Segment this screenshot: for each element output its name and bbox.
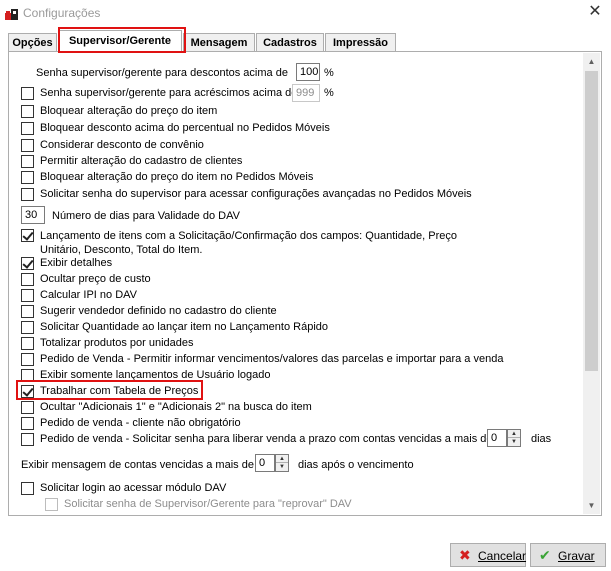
checkbox[interactable] <box>21 417 34 430</box>
tab-opcoes[interactable]: Opções <box>8 33 57 52</box>
option-exibir-detalhes[interactable]: Exibir detalhes <box>21 255 481 271</box>
acrescimo-unit: % <box>324 87 334 99</box>
option-considerar-convenio[interactable]: Considerar desconto de convênio <box>21 137 481 153</box>
tab-supervisor-gerente[interactable]: Supervisor/Gerente <box>58 30 182 52</box>
option-login-modulo[interactable]: Solicitar login ao acessar módulo DAV <box>21 480 481 496</box>
acrescimo-input[interactable]: 999 <box>292 84 320 102</box>
checkbox[interactable] <box>21 433 34 446</box>
checkbox[interactable] <box>45 498 58 511</box>
option-bloquear-preco-moveis[interactable]: Bloquear alteração do preço do item no P… <box>21 169 481 185</box>
scroll-thumb[interactable] <box>585 71 598 371</box>
acrescimo-checkbox[interactable] <box>21 87 34 100</box>
acrescimo-label: Senha supervisor/gerente para acréscimos… <box>40 87 298 99</box>
option-sugerir-vendedor[interactable]: Sugerir vendedor definido no cadastro do… <box>21 303 481 319</box>
option-bloquear-desconto[interactable]: Bloquear desconto acima do percentual no… <box>21 120 481 136</box>
settings-panel: Senha supervisor/gerente para descontos … <box>8 51 602 516</box>
mensagem-vencidas-label: Exibir mensagem de contas vencidas a mai… <box>21 459 254 471</box>
option-totalizar-unidades[interactable]: Totalizar produtos por unidades <box>21 335 481 351</box>
dias-validade-input[interactable]: 30 <box>21 206 45 224</box>
save-button[interactable]: ✔ Gravar <box>530 543 606 567</box>
tab-mensagem[interactable]: Mensagem <box>183 33 255 52</box>
checkbox[interactable] <box>21 482 34 495</box>
option-reprovar-dav[interactable]: Solicitar senha de Supervisor/Gerente pa… <box>45 496 465 512</box>
mensagem-vencidas-input[interactable]: 0 <box>255 454 275 472</box>
spin-up-icon[interactable]: ▲ <box>276 455 288 463</box>
vertical-scrollbar[interactable]: ▲ ▼ <box>583 53 600 514</box>
scroll-up-icon[interactable]: ▲ <box>583 53 600 70</box>
close-icon[interactable]: ✕ <box>581 2 609 24</box>
desconto-input[interactable]: 100 <box>296 63 320 81</box>
option-pedido-parcelas[interactable]: Pedido de Venda - Permitir informar venc… <box>21 351 503 367</box>
option-senha-venda-prazo[interactable]: Pedido de venda - Solicitar senha para l… <box>21 431 492 447</box>
option-ocultar-adicionais[interactable]: Ocultar "Adicionais 1" e "Adicionais 2" … <box>21 399 481 415</box>
window-title: Configurações <box>23 6 101 20</box>
checkbox[interactable] <box>21 122 34 135</box>
checkbox[interactable] <box>21 289 34 302</box>
option-solicitar-senha-config[interactable]: Solicitar senha do supervisor para acess… <box>21 186 501 202</box>
mensagem-vencidas-suffix: dias após o vencimento <box>298 459 414 471</box>
checkbox[interactable] <box>21 369 34 382</box>
checkbox[interactable] <box>21 257 34 270</box>
checkbox[interactable] <box>21 139 34 152</box>
checkbox[interactable] <box>21 273 34 286</box>
option-tabela-precos[interactable]: Trabalhar com Tabela de Preços <box>21 383 481 399</box>
checkbox[interactable] <box>21 105 34 118</box>
tab-cadastros[interactable]: Cadastros <box>256 33 324 52</box>
title-bar: Configurações ✕ <box>0 0 611 28</box>
spin-up-icon[interactable]: ▲ <box>508 430 520 438</box>
app-icon <box>5 9 18 20</box>
option-permitir-cadastro[interactable]: Permitir alteração do cadastro de client… <box>21 153 481 169</box>
spin-down-icon[interactable]: ▼ <box>508 438 520 446</box>
option-lancamento-itens[interactable]: Lançamento de itens com a Solicitação/Co… <box>21 227 501 257</box>
option-solicitar-quantidade[interactable]: Solicitar Quantidade ao lançar item no L… <box>21 319 481 335</box>
tab-bar: Opções Supervisor/Gerente Mensagem Cadas… <box>8 30 608 52</box>
tab-impressao[interactable]: Impressão <box>325 33 396 52</box>
acrescimo-checkbox-row[interactable]: Senha supervisor/gerente para acréscimos… <box>21 85 301 101</box>
option-cliente-nao-obrigatorio[interactable]: Pedido de venda - cliente não obrigatóri… <box>21 415 481 431</box>
scroll-down-icon[interactable]: ▼ <box>583 497 600 514</box>
dias-validade-label: Número de dias para Validade do DAV <box>52 210 240 222</box>
venda-prazo-dias-input[interactable]: 0 <box>487 429 507 447</box>
checkbox[interactable] <box>21 171 34 184</box>
option-calcular-ipi[interactable]: Calcular IPI no DAV <box>21 287 481 303</box>
checkbox[interactable] <box>21 229 34 242</box>
venda-prazo-spinner[interactable]: ▲ ▼ <box>507 429 521 447</box>
spin-down-icon[interactable]: ▼ <box>276 463 288 471</box>
checkbox[interactable] <box>21 401 34 414</box>
checkbox[interactable] <box>21 321 34 334</box>
cancel-button[interactable]: ✖ Cancelar <box>450 543 526 567</box>
cancel-x-icon: ✖ <box>459 547 471 563</box>
checkbox[interactable] <box>21 305 34 318</box>
checkbox[interactable] <box>21 188 34 201</box>
option-lancamentos-usuario[interactable]: Exibir somente lançamentos de Usuário lo… <box>21 367 481 383</box>
desconto-label: Senha supervisor/gerente para descontos … <box>36 67 288 79</box>
save-check-icon: ✔ <box>539 547 551 563</box>
checkbox[interactable] <box>21 353 34 366</box>
checkbox[interactable] <box>21 385 34 398</box>
checkbox[interactable] <box>21 337 34 350</box>
option-ocultar-custo[interactable]: Ocultar preço de custo <box>21 271 481 287</box>
desconto-unit: % <box>324 67 334 79</box>
option-bloquear-preco[interactable]: Bloquear alteração do preço do item <box>21 103 481 119</box>
venda-prazo-unit: dias <box>531 433 552 445</box>
checkbox[interactable] <box>21 155 34 168</box>
mensagem-vencidas-spinner[interactable]: ▲ ▼ <box>275 454 289 472</box>
